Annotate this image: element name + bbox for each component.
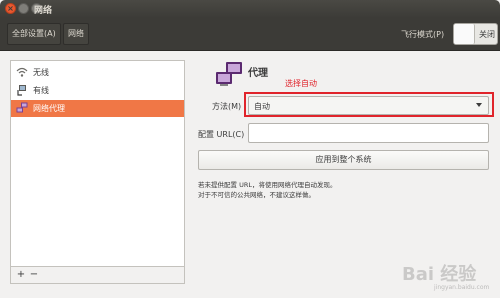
network-proxy-icon — [16, 102, 28, 113]
sidebar-item-network-proxy[interactable]: 网络代理 — [11, 100, 184, 117]
network-device-list: 无线 有线 网络代理 — [10, 60, 185, 267]
config-url-input[interactable] — [248, 123, 489, 143]
sidebar-footer: + − — [10, 267, 185, 284]
minimize-icon[interactable] — [18, 3, 29, 14]
airplane-mode-state: 关闭 — [479, 30, 495, 39]
window-title: 网络 — [34, 6, 53, 16]
breadcrumb-network[interactable]: 网络 — [63, 23, 89, 45]
sidebar-item-wired[interactable]: 有线 — [11, 82, 184, 99]
sidebar-item-label: 无线 — [33, 68, 49, 77]
sidebar-item-wireless[interactable]: 无线 — [11, 64, 184, 81]
airplane-mode-label: 飞行模式(P) — [401, 30, 445, 39]
info-text-line1: 若未提供配置 URL，将使用网络代理自动发现。 — [198, 181, 337, 189]
title-bar: × 网络 — [0, 0, 500, 18]
remove-device-button[interactable]: − — [28, 268, 40, 281]
network-proxy-icon — [216, 62, 242, 86]
airplane-mode-toggle[interactable]: 关闭 — [453, 23, 498, 45]
wifi-icon — [16, 67, 28, 77]
method-label: 方法(M) — [212, 102, 242, 111]
close-icon[interactable]: × — [5, 3, 16, 14]
sidebar-item-label: 网络代理 — [33, 104, 65, 113]
info-text-line2: 对于不可信的公共网络，不建议这样做。 — [198, 191, 315, 199]
proxy-title: 代理 — [248, 68, 268, 79]
annotation-text: 选择自动 — [285, 79, 317, 88]
watermark-text: Bai 经验 — [402, 264, 477, 285]
config-url-label: 配置 URL(C) — [198, 130, 245, 139]
annotation-highlight-box — [244, 92, 494, 117]
toggle-knob — [454, 24, 475, 44]
sidebar-item-label: 有线 — [33, 86, 49, 95]
toolbar: 全部设置(A) 网络 飞行模式(P) — [0, 18, 500, 51]
wired-network-icon — [17, 85, 26, 96]
add-device-button[interactable]: + — [15, 268, 27, 281]
apply-system-wide-button[interactable]: 应用到整个系统 — [198, 150, 489, 170]
watermark-subtext: jingyan.baidu.com — [434, 284, 490, 291]
all-settings-button[interactable]: 全部设置(A) — [7, 23, 61, 45]
baidu-watermark: Bai 经验 jingyan.baidu.com — [382, 252, 498, 294]
